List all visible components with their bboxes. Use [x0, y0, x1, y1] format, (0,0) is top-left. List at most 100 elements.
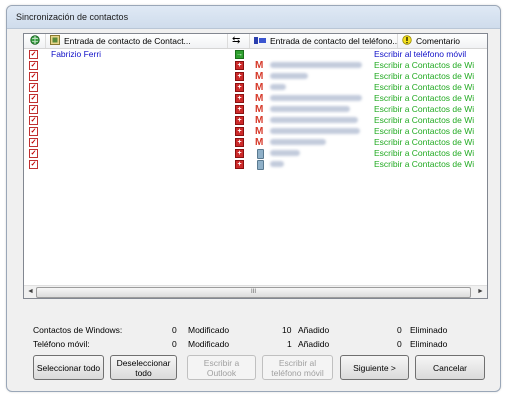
phone-contact-entry — [270, 139, 326, 145]
column-header-comment[interactable]: Comentario — [398, 34, 487, 48]
row-checkbox[interactable]: ✓ — [29, 138, 38, 147]
table-row[interactable]: ✓ Fabrizio Ferri → Escribir al teléfono … — [24, 49, 487, 60]
phone-contact-entry — [270, 150, 300, 156]
table-row[interactable]: ✓ + M Escribir a Contactos de Wi — [24, 82, 487, 93]
windows-contact-icon — [50, 35, 60, 47]
table-row[interactable]: ✓ + M Escribir a Contactos de Wi — [24, 93, 487, 104]
windows-modified-count: 0 — [172, 325, 177, 335]
warning-icon — [402, 35, 412, 47]
add-icon: + — [235, 94, 244, 103]
row-checkbox[interactable]: ✓ — [29, 94, 38, 103]
row-comment: Escribir a Contactos de Wi — [374, 137, 475, 147]
list-header: Entrada de contacto de Contact... ⇆ Entr… — [24, 34, 487, 49]
windows-added-count: 10 — [282, 325, 292, 335]
table-row[interactable]: ✓ + M Escribir a Contactos de Wi — [24, 137, 487, 148]
row-checkbox[interactable]: ✓ — [29, 149, 38, 158]
row-checkbox[interactable]: ✓ — [29, 116, 38, 125]
row-comment: Escribir a Contactos de Wi — [374, 71, 475, 81]
scroll-right-button[interactable]: ► — [475, 287, 486, 297]
row-comment: Escribir a Contactos de Wi — [374, 115, 475, 125]
contact-rows: ✓ Fabrizio Ferri → Escribir al teléfono … — [24, 49, 487, 170]
contacts-list[interactable]: Entrada de contacto de Contact... ⇆ Entr… — [23, 33, 488, 299]
table-row[interactable]: ✓ + M Escribir a Contactos de Wi — [24, 71, 487, 82]
row-comment: Escribir a Contactos de Wi — [374, 60, 475, 70]
row-checkbox[interactable]: ✓ — [29, 105, 38, 114]
scrollbar-thumb[interactable]: III — [36, 287, 471, 298]
phone-modified-count: 0 — [172, 339, 177, 349]
next-button[interactable]: Siguiente > — [340, 355, 409, 380]
phone-added-count: 1 — [287, 339, 292, 349]
table-row[interactable]: ✓ + M Escribir a Contactos de Wi — [24, 60, 487, 71]
phone-contact-entry — [270, 128, 360, 134]
phone-added-label: Añadido — [298, 339, 330, 349]
scroll-left-button[interactable]: ◄ — [25, 287, 36, 297]
gmail-icon: M — [255, 82, 264, 93]
add-icon: + — [235, 127, 244, 136]
column-label-windows-contact: Entrada de contacto de Contact... — [64, 36, 191, 46]
gmail-icon: M — [255, 93, 264, 104]
add-icon: + — [235, 116, 244, 125]
add-icon: + — [235, 61, 244, 70]
phone-contact-entry — [270, 161, 284, 167]
add-icon: + — [235, 149, 244, 158]
phone-contact-entry — [270, 62, 362, 68]
table-row[interactable]: ✓ + Escribir a Contactos de Wi — [24, 148, 487, 159]
row-checkbox[interactable]: ✓ — [29, 50, 38, 59]
table-row[interactable]: ✓ + Escribir a Contactos de Wi — [24, 159, 487, 170]
sync-action-icon: ⇆ — [232, 35, 241, 46]
row-comment: Escribir a Contactos de Wi — [374, 159, 475, 169]
windows-contact-name: Fabrizio Ferri — [51, 49, 102, 59]
column-header-action[interactable]: ⇆ — [228, 34, 250, 48]
gmail-icon: M — [255, 71, 264, 82]
row-checkbox[interactable]: ✓ — [29, 61, 38, 70]
add-icon: + — [235, 138, 244, 147]
write-arrow-icon: → — [235, 50, 244, 59]
row-checkbox[interactable]: ✓ — [29, 83, 38, 92]
windows-contacts-label: Contactos de Windows: — [33, 325, 123, 335]
windows-deleted-label: Eliminado — [410, 325, 448, 335]
phone-deleted-count: 0 — [397, 339, 402, 349]
row-comment: Escribir al teléfono móvil — [374, 49, 467, 59]
windows-deleted-count: 0 — [397, 325, 402, 335]
column-header-windows-contact[interactable]: Entrada de contacto de Contact... — [46, 34, 228, 48]
windows-added-label: Añadido — [298, 325, 330, 335]
phone-contact-icon — [254, 36, 266, 47]
column-header-select[interactable] — [24, 34, 46, 48]
title-bar: Sincronización de contactos — [7, 6, 500, 29]
row-comment: Escribir a Contactos de Wi — [374, 104, 475, 114]
windows-modified-label: Modificado — [188, 325, 230, 335]
mobile-phone-icon — [257, 149, 264, 159]
phone-contact-entry — [270, 95, 362, 101]
phone-contact-entry — [270, 84, 286, 90]
phone-contact-entry — [270, 73, 308, 79]
write-phone-button[interactable]: Escribir al teléfono móvil — [262, 355, 333, 380]
row-checkbox[interactable]: ✓ — [29, 127, 38, 136]
table-row[interactable]: ✓ + M Escribir a Contactos de Wi — [24, 126, 487, 137]
deselect-all-button[interactable]: Deseleccionar todo — [110, 355, 177, 380]
column-label-comment: Comentario — [416, 36, 460, 46]
add-icon: + — [235, 83, 244, 92]
gmail-icon: M — [255, 104, 264, 115]
table-row[interactable]: ✓ + M Escribir a Contactos de Wi — [24, 115, 487, 126]
horizontal-scrollbar[interactable]: ◄ III ► — [24, 285, 487, 298]
phone-label: Teléfono móvil: — [33, 339, 90, 349]
phone-deleted-label: Eliminado — [410, 339, 448, 349]
add-icon: + — [235, 160, 244, 169]
column-label-phone-contact: Entrada de contacto del teléfono... — [270, 36, 398, 46]
row-checkbox[interactable]: ✓ — [29, 72, 38, 81]
table-row[interactable]: ✓ + M Escribir a Contactos de Wi — [24, 104, 487, 115]
gmail-icon: M — [255, 137, 264, 148]
cancel-button[interactable]: Cancelar — [415, 355, 485, 380]
column-header-phone-contact[interactable]: Entrada de contacto del teléfono... — [250, 34, 398, 48]
phone-contact-entry — [270, 106, 350, 112]
window-title: Sincronización de contactos — [16, 12, 129, 22]
phone-modified-label: Modificado — [188, 339, 230, 349]
add-icon: + — [235, 105, 244, 114]
gmail-icon: M — [255, 115, 264, 126]
phone-contact-entry — [270, 117, 358, 123]
row-checkbox[interactable]: ✓ — [29, 160, 38, 169]
select-all-button[interactable]: Seleccionar todo — [33, 355, 104, 380]
write-outlook-button[interactable]: Escribir a Outlook — [187, 355, 256, 380]
row-comment: Escribir a Contactos de Wi — [374, 93, 475, 103]
gmail-icon: M — [255, 60, 264, 71]
